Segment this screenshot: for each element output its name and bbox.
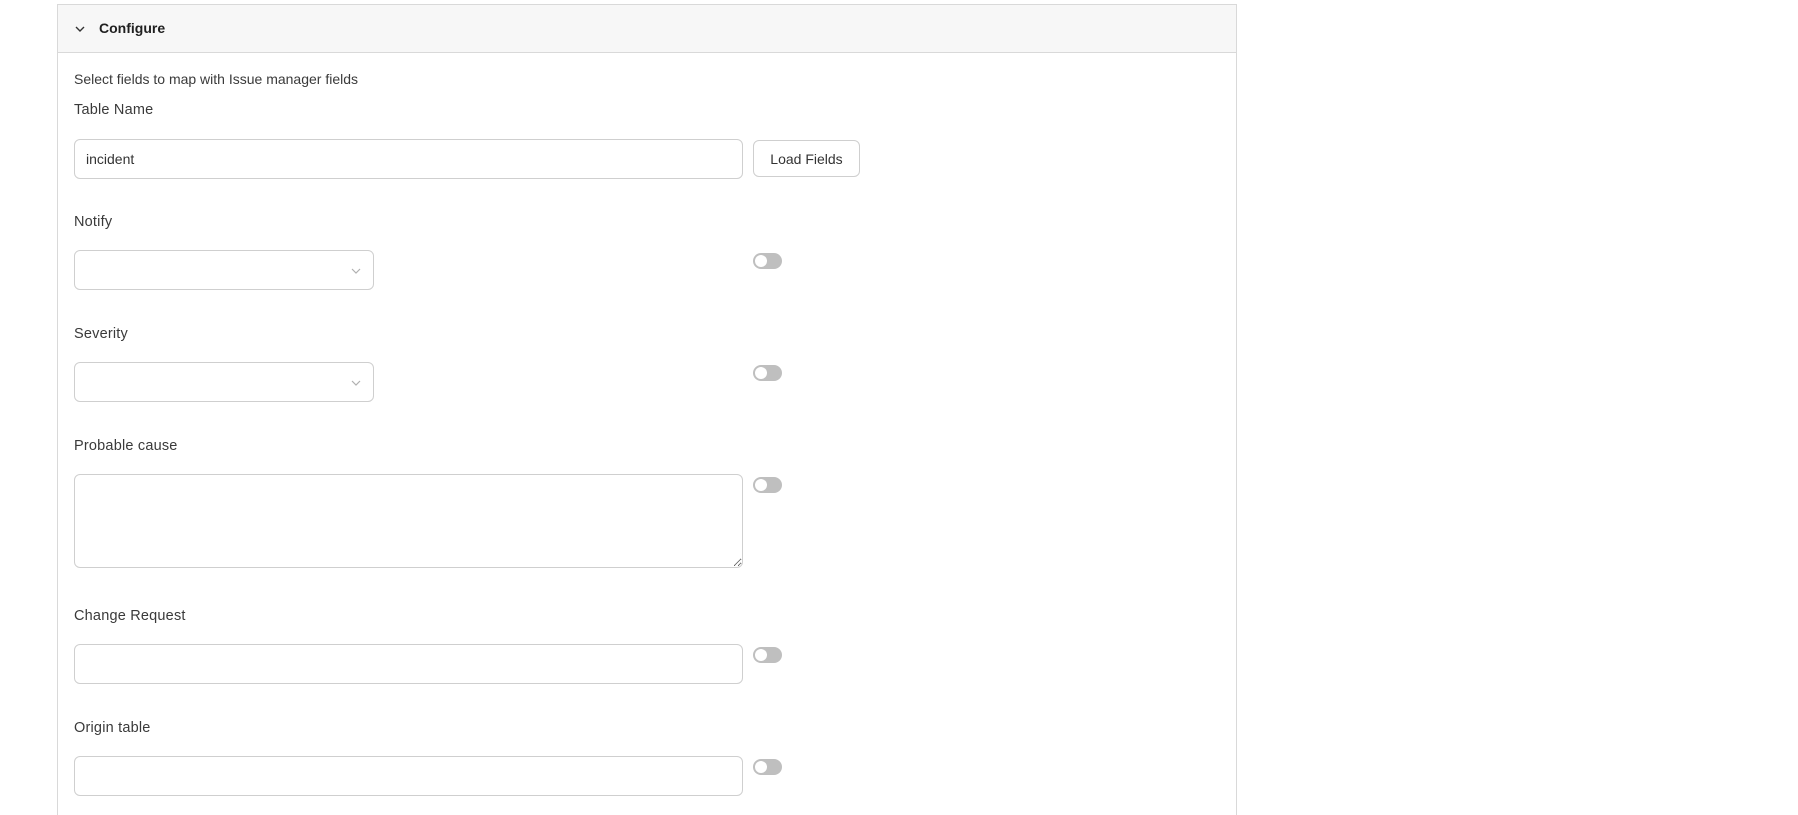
- probable-cause-toggle[interactable]: [753, 477, 782, 493]
- notify-select[interactable]: [74, 250, 374, 290]
- section-description: Select fields to map with Issue manager …: [74, 71, 359, 87]
- probable-cause-textarea[interactable]: [74, 474, 743, 568]
- origin-table-label: Origin table: [74, 720, 151, 736]
- toggle-knob: [755, 761, 767, 773]
- notify-label: Notify: [74, 214, 113, 230]
- origin-table-toggle[interactable]: [753, 759, 782, 775]
- chevron-down-icon[interactable]: [74, 23, 86, 35]
- notify-toggle[interactable]: [753, 253, 782, 269]
- toggle-knob: [755, 255, 767, 267]
- section-title: Configure: [99, 20, 166, 36]
- table-name-label: Table Name: [74, 102, 154, 118]
- configure-panel: Configure Select fields to map with Issu…: [57, 4, 1237, 815]
- change-request-input[interactable]: [74, 644, 743, 684]
- load-fields-button[interactable]: Load Fields: [753, 140, 860, 177]
- severity-label: Severity: [74, 326, 128, 342]
- toggle-knob: [755, 649, 767, 661]
- origin-table-input[interactable]: [74, 756, 743, 796]
- configure-section-header[interactable]: Configure: [58, 5, 1236, 53]
- change-request-toggle[interactable]: [753, 647, 782, 663]
- chevron-down-icon: [351, 268, 361, 274]
- chevron-down-icon: [351, 380, 361, 386]
- table-name-input[interactable]: [74, 139, 743, 179]
- toggle-knob: [755, 367, 767, 379]
- severity-select[interactable]: [74, 362, 374, 402]
- toggle-knob: [755, 479, 767, 491]
- probable-cause-label: Probable cause: [74, 438, 178, 454]
- change-request-label: Change Request: [74, 608, 186, 624]
- severity-toggle[interactable]: [753, 365, 782, 381]
